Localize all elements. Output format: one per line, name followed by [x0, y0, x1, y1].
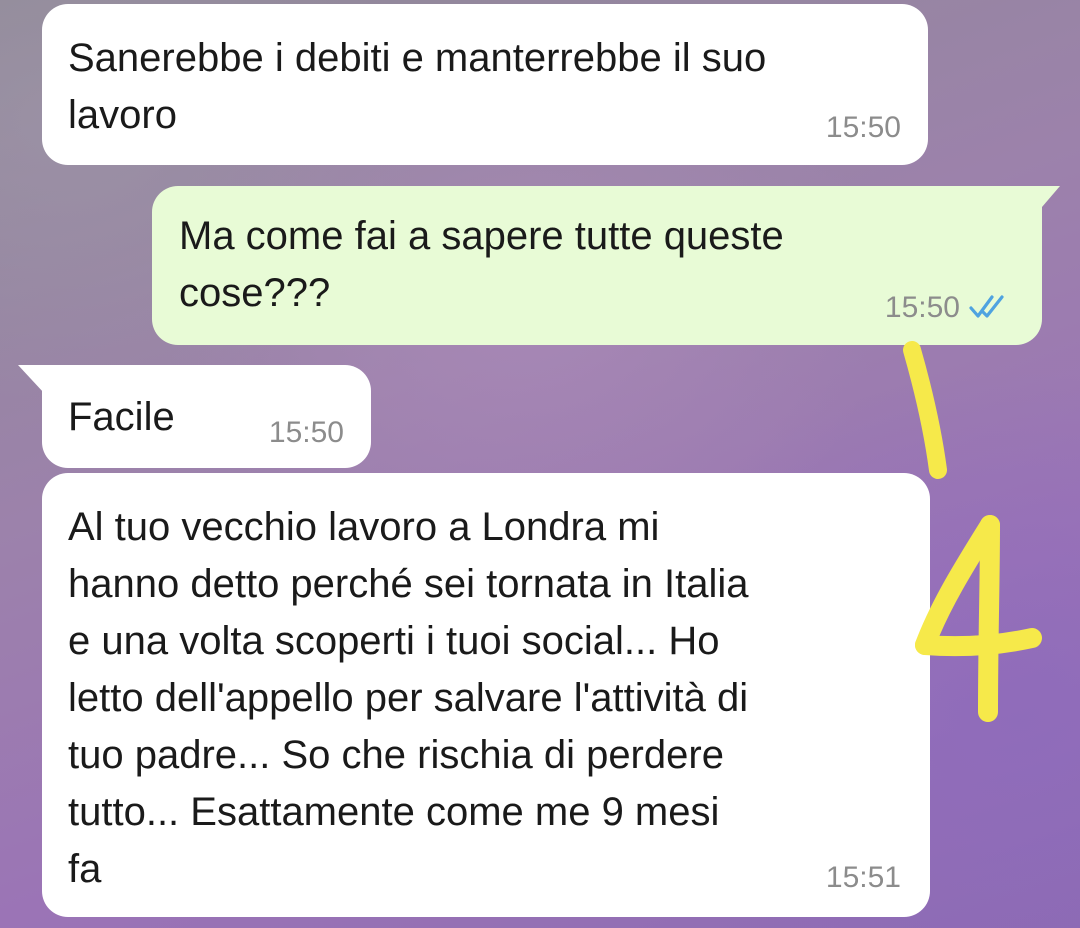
handwritten-number-annotation	[903, 341, 1042, 722]
message-bubble-incoming[interactable]: Sanerebbe i debiti e manterrebbe il suo …	[42, 4, 928, 165]
message-timestamp: 15:50	[268, 416, 344, 449]
double-check-read-icon	[969, 295, 1004, 318]
bubble-tail	[18, 365, 44, 393]
message-bubble-incoming[interactable]: Facile 15:50	[42, 365, 371, 468]
message-timestamp: 15:50	[884, 291, 960, 324]
message-text: Facile	[68, 395, 175, 439]
message-text: Sanerebbe i debiti e manterrebbe il suo …	[68, 36, 767, 137]
message-timestamp: 15:51	[825, 861, 901, 894]
message-timestamp: 15:50	[825, 111, 901, 144]
message-bubble-incoming[interactable]: Al tuo vecchio lavoro a Londra mi hanno …	[42, 473, 930, 917]
message-text: Al tuo vecchio lavoro a Londra mi hanno …	[68, 505, 749, 891]
message-bubble-outgoing[interactable]: Ma come fai a sapere tutte queste cose??…	[152, 186, 1042, 345]
chat-area[interactable]: Sanerebbe i debiti e manterrebbe il suo …	[0, 0, 1080, 928]
